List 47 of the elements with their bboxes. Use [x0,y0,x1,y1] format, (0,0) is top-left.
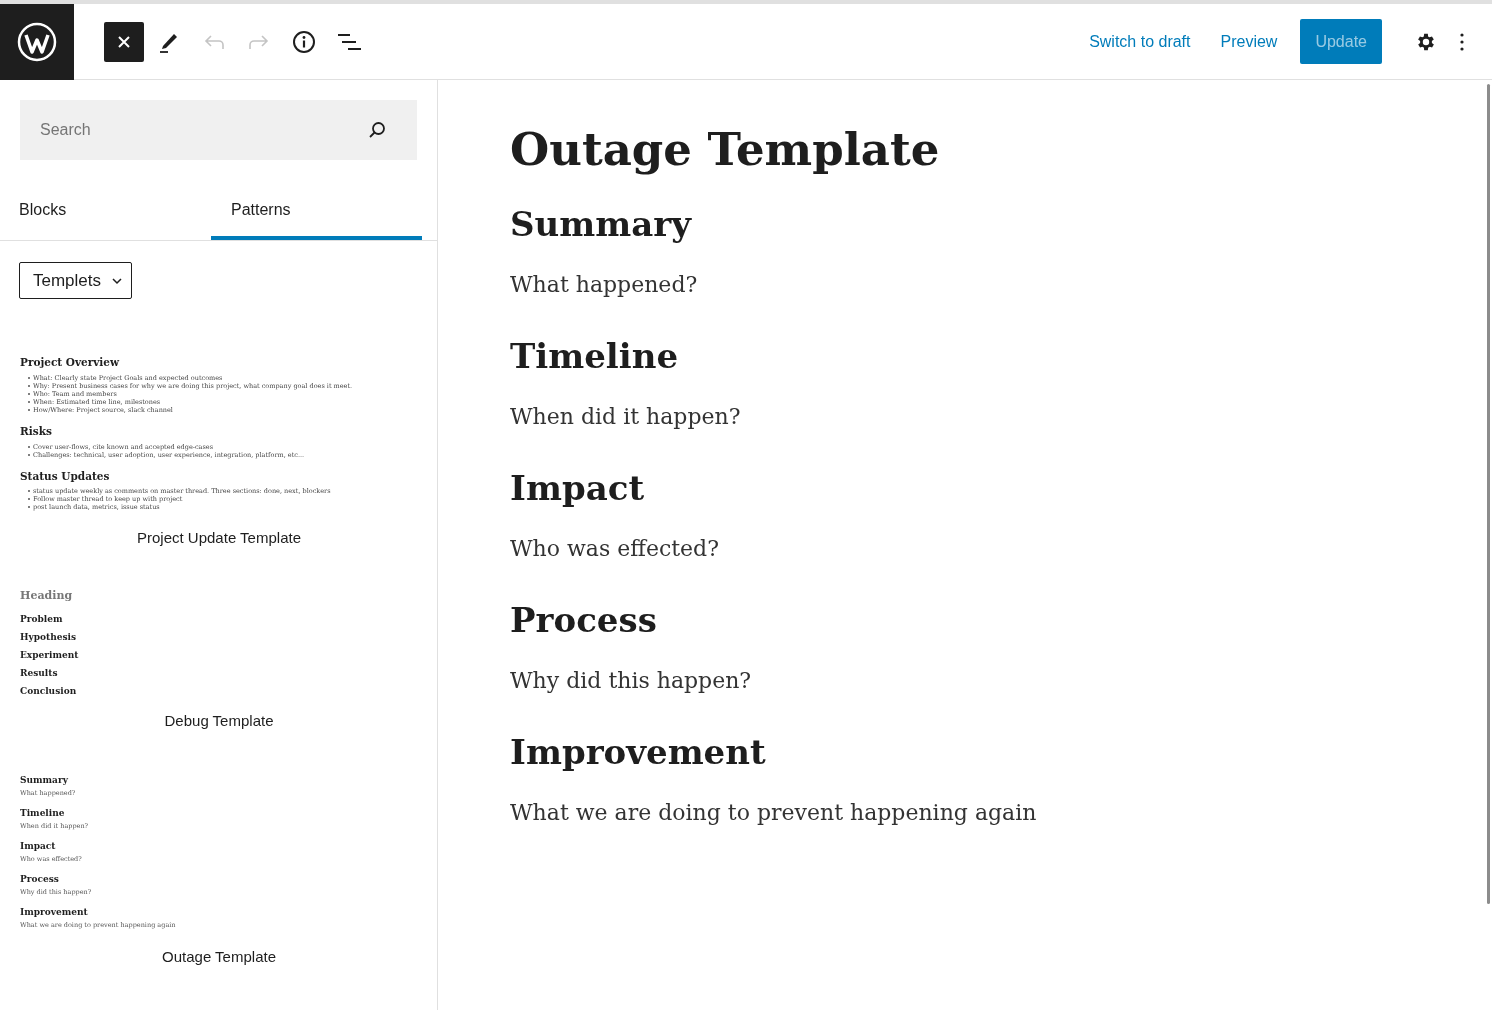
preview-heading: Summary [20,773,69,786]
section-heading[interactable]: Improvement [510,730,1492,774]
preview-heading: Impact [20,839,57,852]
preview-heading: Hypothesis [20,631,77,644]
preview-heading: Results [20,667,59,680]
pattern-card[interactable]: Heading Problem Hypothesis Experiment Results Conclusion [0,555,437,705]
category-dropdown[interactable]: Templets [19,262,133,299]
redo-icon [248,33,270,50]
site-logo[interactable] [0,3,74,80]
preview-heading: Project Overview [20,355,121,370]
info-icon [292,29,316,54]
section-paragraph[interactable]: What happened? [510,267,1492,303]
close-icon [117,34,131,49]
preview-heading: Problem [20,613,64,626]
more-options-icon [1460,32,1464,51]
section-paragraph[interactable]: When did it happen? [510,399,1492,435]
toolbar-link-button[interactable]: Preview [1205,19,1293,64]
sidebar-tab[interactable]: Blocks [0,180,211,240]
preview-heading: Experiment [20,649,80,662]
chevron-down-icon [111,276,124,285]
sidebar-tab[interactable]: Patterns [211,180,422,240]
undo-icon [203,33,225,50]
pattern-title[interactable]: Debug Template [0,704,438,739]
pattern-title[interactable]: Outage Template [0,939,438,975]
preview-heading: Risks [20,423,53,439]
post-title[interactable]: Outage Template [510,122,1492,178]
section-paragraph[interactable]: Who was effected? [510,531,1492,567]
preview-heading: Improvement [20,905,89,918]
section-heading[interactable]: Timeline [510,334,1492,378]
section-heading[interactable]: Impact [510,466,1492,510]
section-heading[interactable]: Process [510,598,1492,642]
toolbar-link-button[interactable]: Switch to draft [1074,19,1206,64]
search-icon [367,120,387,140]
scrollbar[interactable] [1487,84,1490,904]
logo-icon [17,21,57,62]
preview-heading: Conclusion [20,685,78,698]
section-heading[interactable]: Summary [510,202,1492,246]
search-field[interactable]: Search [20,100,417,160]
list-view-icon [337,31,361,52]
preview-heading: Heading [20,587,74,604]
preview-heading: Process [20,872,60,885]
preview-heading: Status Updates [20,468,111,484]
close-button[interactable] [104,21,144,62]
section-paragraph[interactable]: Why did this happen? [510,663,1492,699]
section-paragraph[interactable]: What we are doing to prevent happening again [510,795,1492,831]
preview-heading: Timeline [20,806,66,819]
pattern-title[interactable]: Project Update Template [0,521,438,556]
